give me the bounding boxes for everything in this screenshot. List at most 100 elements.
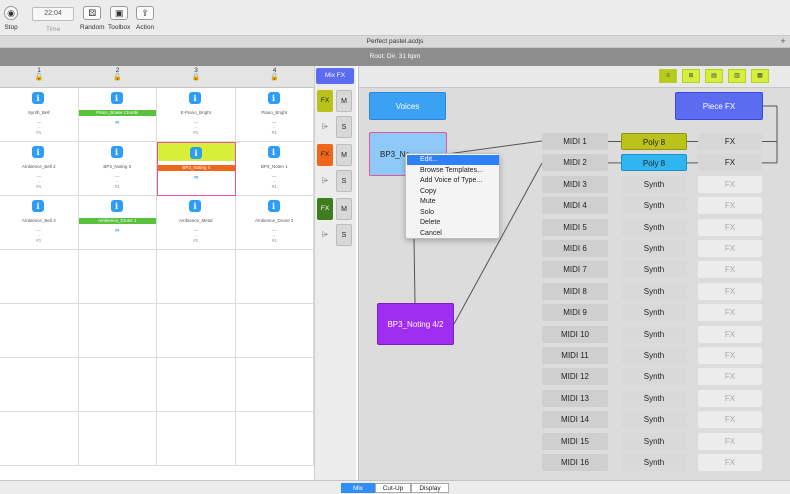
dice-icon[interactable]: ⚄ <box>83 6 102 20</box>
solo-button[interactable]: S <box>336 116 352 138</box>
synth-node[interactable]: Synth <box>621 432 687 450</box>
midi-node[interactable]: MIDI 2 <box>542 154 608 172</box>
piece-fx-node[interactable]: Piece FX <box>675 92 763 120</box>
context-menu-item[interactable]: Mute <box>407 197 499 207</box>
info-icon[interactable]: i <box>110 146 123 158</box>
midi-node[interactable]: MIDI 6 <box>542 240 608 257</box>
lock-icon[interactable]: 🔓 <box>79 74 157 82</box>
empty-cell[interactable] <box>157 358 236 412</box>
toolbox-icon[interactable]: ▣ <box>110 6 129 20</box>
empty-cell[interactable] <box>235 412 314 466</box>
context-menu-item[interactable]: Copy <box>407 187 499 197</box>
voices-node[interactable]: Voices <box>369 92 446 120</box>
action-control[interactable]: ⇪ Action <box>136 6 154 31</box>
empty-cell[interactable] <box>157 250 236 304</box>
info-icon[interactable]: i <box>32 92 44 104</box>
context-menu-item[interactable]: Cancel <box>407 229 499 239</box>
empty-cell[interactable] <box>235 304 314 358</box>
fx-button[interactable]: FX <box>317 144 333 166</box>
synth-node[interactable]: Synth <box>621 368 687 386</box>
lock-icon[interactable]: 🔒 <box>157 74 235 82</box>
synth-node[interactable]: Poly 8 <box>621 133 687 150</box>
lock-icon[interactable]: 🔓 <box>236 74 314 82</box>
mute-button[interactable]: M <box>336 198 352 220</box>
midi-node[interactable]: MIDI 15 <box>542 432 608 450</box>
context-menu-item[interactable]: Edit... <box>407 155 499 165</box>
info-icon[interactable]: i <box>267 146 280 158</box>
info-icon[interactable]: i <box>190 147 202 159</box>
tab-display[interactable]: Display <box>411 483 449 493</box>
midi-node[interactable]: MIDI 7 <box>542 261 608 279</box>
fx-node[interactable]: FX <box>698 240 762 257</box>
voice-cell[interactable]: i Piano_Bowie Chords ∞ <box>78 88 157 142</box>
info-icon[interactable]: i <box>189 200 201 212</box>
empty-cell[interactable] <box>0 412 79 466</box>
synth-node[interactable]: Poly 8 <box>621 154 687 172</box>
synth-node[interactable]: Synth <box>621 325 687 343</box>
stop-icon[interactable]: ◉ <box>4 6 18 20</box>
synth-node[interactable]: Synth <box>621 454 687 471</box>
voice-cell[interactable]: i BP3_Noting 4 ∞ <box>157 142 236 196</box>
empty-cell[interactable] <box>78 304 157 358</box>
mix-fx-button[interactable]: Mix FX <box>316 68 354 84</box>
synth-node[interactable]: Synth <box>621 218 687 236</box>
synth-node[interactable]: Synth <box>621 282 687 300</box>
midi-node[interactable]: MIDI 4 <box>542 197 608 215</box>
fx-node[interactable]: FX <box>698 347 762 364</box>
tab-cut-up[interactable]: Cut-Up <box>375 483 411 493</box>
midi-node[interactable]: MIDI 13 <box>542 389 608 407</box>
solo-button[interactable]: S <box>336 224 352 246</box>
midi-node[interactable]: MIDI 3 <box>542 175 608 193</box>
info-icon[interactable]: i <box>110 92 123 104</box>
bp3-noting-42-node[interactable]: BP3_Noting 4/2 <box>377 303 454 345</box>
fx-node[interactable]: FX <box>698 282 762 300</box>
fx-node[interactable]: FX <box>698 304 762 322</box>
context-menu-item[interactable]: Browse Templates... <box>407 166 499 176</box>
fx-node[interactable]: FX <box>698 325 762 343</box>
empty-cell[interactable] <box>235 358 314 412</box>
mute-button[interactable]: M <box>336 90 352 112</box>
midi-node[interactable]: MIDI 12 <box>542 368 608 386</box>
fx-node[interactable]: FX <box>698 411 762 429</box>
voice-cell[interactable]: i E-Piano_Bright — ◦ #1 <box>157 88 236 142</box>
fx-node[interactable]: FX <box>698 432 762 450</box>
fx-node[interactable]: FX <box>698 197 762 215</box>
fx-node[interactable]: FX <box>698 389 762 407</box>
expand-arrow-icon[interactable]: ⩥ <box>317 170 333 192</box>
voice-cell[interactable]: i Ambience_Metal — ◦ #1 <box>157 196 236 250</box>
tab-mix[interactable]: Mix <box>341 483 375 493</box>
synth-node[interactable]: Synth <box>621 175 687 193</box>
add-tab-button[interactable]: + <box>778 37 788 47</box>
synth-node[interactable]: Synth <box>621 347 687 364</box>
empty-cell[interactable] <box>157 304 236 358</box>
midi-node[interactable]: MIDI 10 <box>542 325 608 343</box>
voice-cell[interactable]: i Ambience_Bell 2 — ◦ #1 <box>0 142 79 196</box>
empty-cell[interactable] <box>0 358 79 412</box>
info-icon[interactable]: i <box>32 146 44 158</box>
empty-cell[interactable] <box>78 358 157 412</box>
fx-node[interactable]: FX <box>698 218 762 236</box>
synth-node[interactable]: Synth <box>621 261 687 279</box>
fx-node[interactable]: FX <box>698 368 762 386</box>
fx-button[interactable]: FX <box>317 90 333 112</box>
voice-cell[interactable]: i Ambience_Drone 1 ∞ <box>78 196 157 250</box>
solo-button[interactable]: S <box>336 170 352 192</box>
info-icon[interactable]: i <box>267 200 280 212</box>
midi-node[interactable]: MIDI 5 <box>542 218 608 236</box>
midi-node[interactable]: MIDI 1 <box>542 133 608 150</box>
voice-cell[interactable]: i Ambience_Drone 2 — ◦ #1 <box>235 196 314 250</box>
stop-control[interactable]: ◉ Stop <box>4 6 18 31</box>
voice-cell[interactable]: i BP3_Noten 1 — ◦ #1 <box>235 142 314 196</box>
context-menu-item[interactable]: Add Voice of Type... <box>407 176 499 186</box>
empty-cell[interactable] <box>78 250 157 304</box>
midi-node[interactable]: MIDI 9 <box>542 304 608 322</box>
synth-node[interactable]: Synth <box>621 389 687 407</box>
synth-node[interactable]: Synth <box>621 304 687 322</box>
lock-icon[interactable]: 🔓 <box>0 74 78 82</box>
fx-button[interactable]: FX <box>317 198 333 220</box>
synth-node[interactable]: Synth <box>621 411 687 429</box>
share-icon[interactable]: ⇪ <box>136 6 155 20</box>
voice-cell[interactable]: i Piano_Bright — ◦ #1 <box>235 88 314 142</box>
fx-node[interactable]: FX <box>698 261 762 279</box>
info-icon[interactable]: i <box>189 92 201 104</box>
